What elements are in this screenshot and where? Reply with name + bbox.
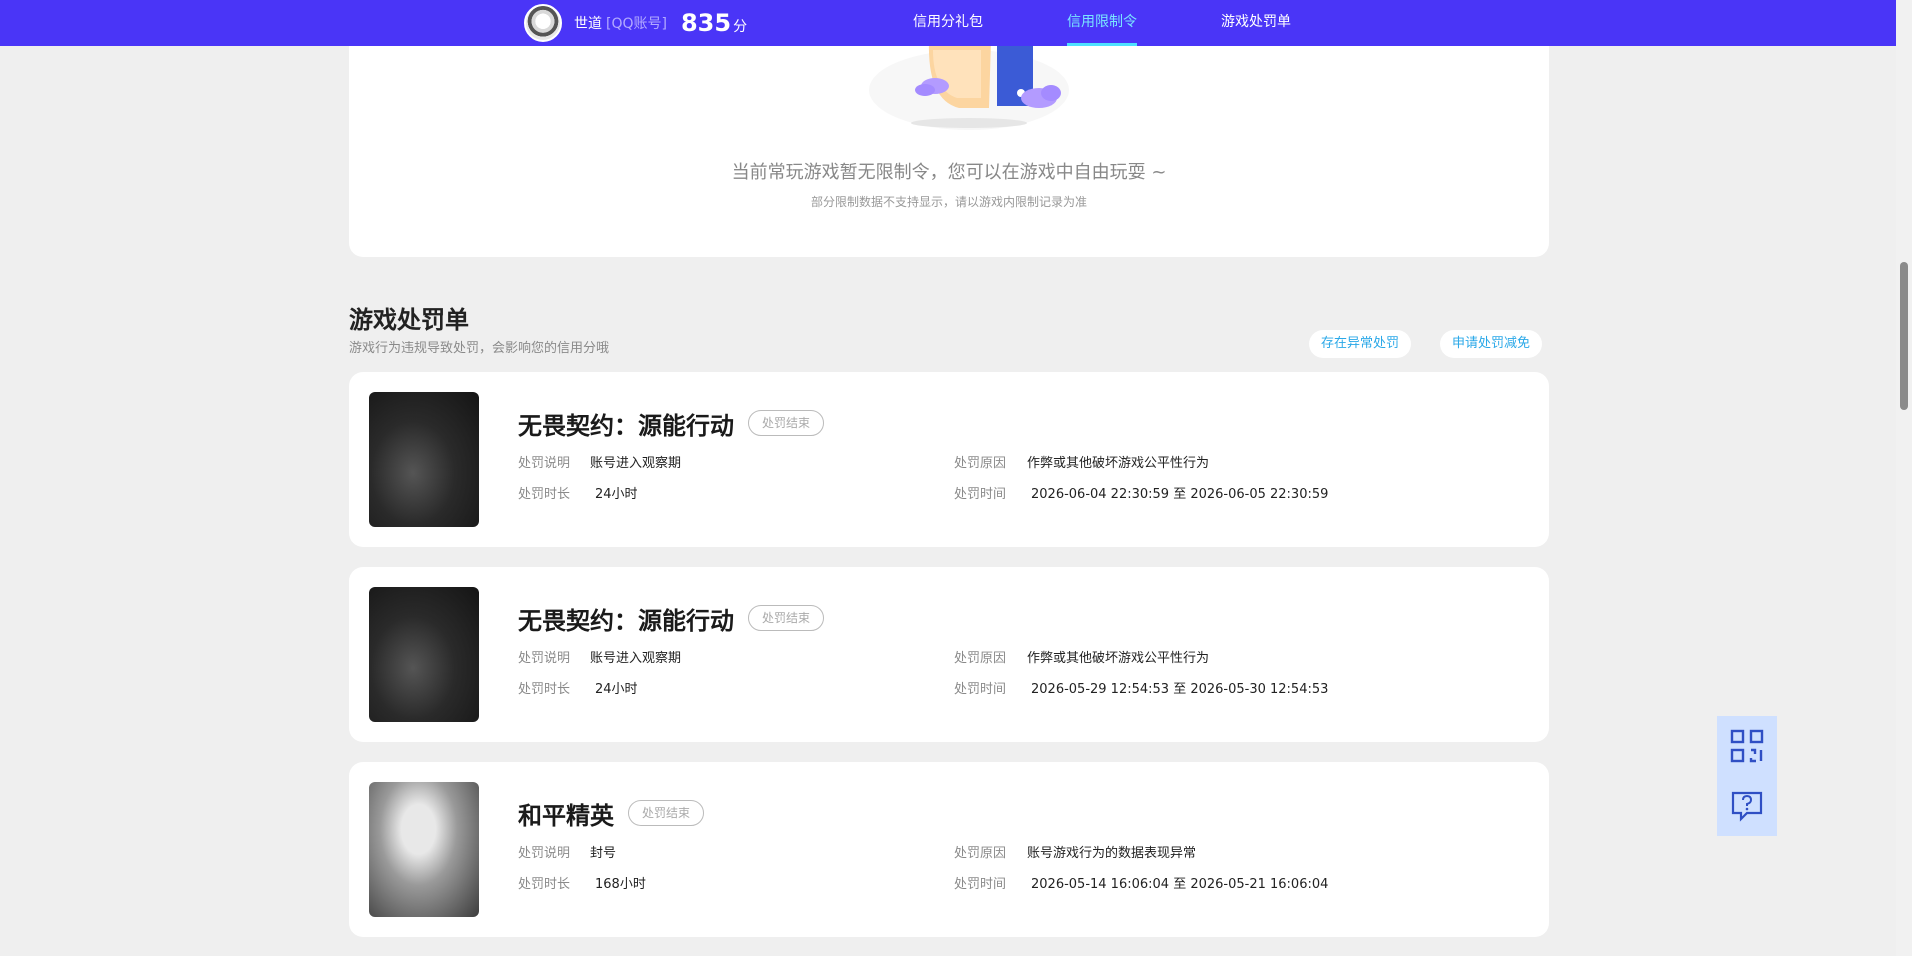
empty-state-subtitle: 部分限制数据不支持显示，请以游戏内限制记录为准 (810, 195, 1087, 209)
penalty-desc: 封号 (590, 846, 617, 861)
username: 世道 (574, 16, 602, 32)
game-name: 无畏契约：源能行动 (518, 607, 734, 635)
penalty-time-label: 处罚时间 (954, 877, 1007, 892)
credit-score-unit: 分 (733, 19, 748, 35)
apply-reduction-button[interactable]: 申请处罚减免 (1440, 330, 1543, 358)
help-button[interactable] (1717, 776, 1777, 836)
section-subtitle: 游戏行为违规导致处罚，会影响您的信用分哦 (349, 341, 610, 356)
penalty-desc: 账号进入观察期 (590, 456, 682, 471)
penalty-reason: 账号游戏行为的数据表现异常 (1027, 846, 1197, 861)
penalty-reason-label: 处罚原因 (954, 846, 1007, 861)
credit-score: 835 (680, 9, 732, 37)
page-scrollbar[interactable] (1896, 0, 1912, 956)
penalty-time: 2026-06-04 22:30:59 至 2026-06-05 22:30:5… (1031, 487, 1329, 502)
scrollbar-thumb[interactable] (1900, 262, 1908, 410)
qr-code-icon (1730, 729, 1764, 763)
game-name: 无畏契约：源能行动 (518, 412, 734, 440)
penalty-reason: 作弊或其他破坏游戏公平性行为 (1027, 651, 1210, 666)
user-info: 世道 [QQ账号] 835 分 (524, 4, 747, 42)
penalty-time: 2026-05-29 12:54:53 至 2026-05-30 12:54:5… (1031, 682, 1329, 697)
penalty-time-label: 处罚时间 (954, 682, 1007, 697)
status-badge: 处罚结束 (748, 605, 825, 631)
avatar[interactable] (524, 4, 562, 42)
penalty-duration: 24小时 (595, 487, 638, 502)
penalty-card[interactable]: 和平精英 处罚结束 处罚说明 封号 处罚时长 168小时 处罚原因 账号游戏行为… (349, 762, 1549, 937)
penalty-reason-label: 处罚原因 (954, 651, 1007, 666)
penalty-desc-label: 处罚说明 (518, 456, 571, 471)
empty-state-title: 当前常玩游戏暂无限制令，您可以在游戏中自由玩耍 ~ (731, 162, 1167, 183)
penalty-desc: 账号进入观察期 (590, 651, 682, 666)
penalty-time-label: 处罚时间 (954, 487, 1007, 502)
abnormal-penalty-button[interactable]: 存在异常处罚 (1309, 330, 1412, 358)
penalty-duration-label: 处罚时长 (518, 877, 571, 892)
penalty-duration-label: 处罚时长 (518, 487, 571, 502)
penalty-reason: 作弊或其他破坏游戏公平性行为 (1027, 456, 1210, 471)
account-type: [QQ账号] (606, 16, 667, 32)
tab-credit-restriction[interactable]: 信用限制令 (1067, 0, 1137, 46)
tab-penalty-list[interactable]: 游戏处罚单 (1221, 0, 1291, 46)
tab-credit-gift[interactable]: 信用分礼包 (913, 0, 983, 46)
penalty-desc-label: 处罚说明 (518, 651, 571, 666)
top-navbar: 世道 [QQ账号] 835 分 信用分礼包 信用限制令 游戏处罚单 (0, 0, 1896, 46)
penalty-duration: 24小时 (595, 682, 638, 697)
game-thumbnail (369, 782, 479, 917)
penalty-card[interactable]: 无畏契约：源能行动 处罚结束 处罚说明 账号进入观察期 处罚时长 24小时 处罚… (349, 372, 1549, 547)
help-chat-icon (1731, 791, 1763, 822)
qr-code-button[interactable] (1717, 716, 1777, 776)
penalty-duration-label: 处罚时长 (518, 682, 571, 697)
section-title: 游戏处罚单 (349, 306, 469, 334)
status-badge: 处罚结束 (748, 410, 825, 436)
game-name: 和平精英 (518, 802, 614, 830)
game-thumbnail (369, 587, 479, 722)
status-badge: 处罚结束 (628, 800, 705, 826)
penalty-desc-label: 处罚说明 (518, 846, 571, 861)
penalty-time: 2026-05-14 16:06:04 至 2026-05-21 16:06:0… (1031, 877, 1329, 892)
game-thumbnail (369, 392, 479, 527)
penalty-card[interactable]: 无畏契约：源能行动 处罚结束 处罚说明 账号进入观察期 处罚时长 24小时 处罚… (349, 567, 1549, 742)
penalty-reason-label: 处罚原因 (954, 456, 1007, 471)
penalty-duration: 168小时 (595, 877, 646, 892)
